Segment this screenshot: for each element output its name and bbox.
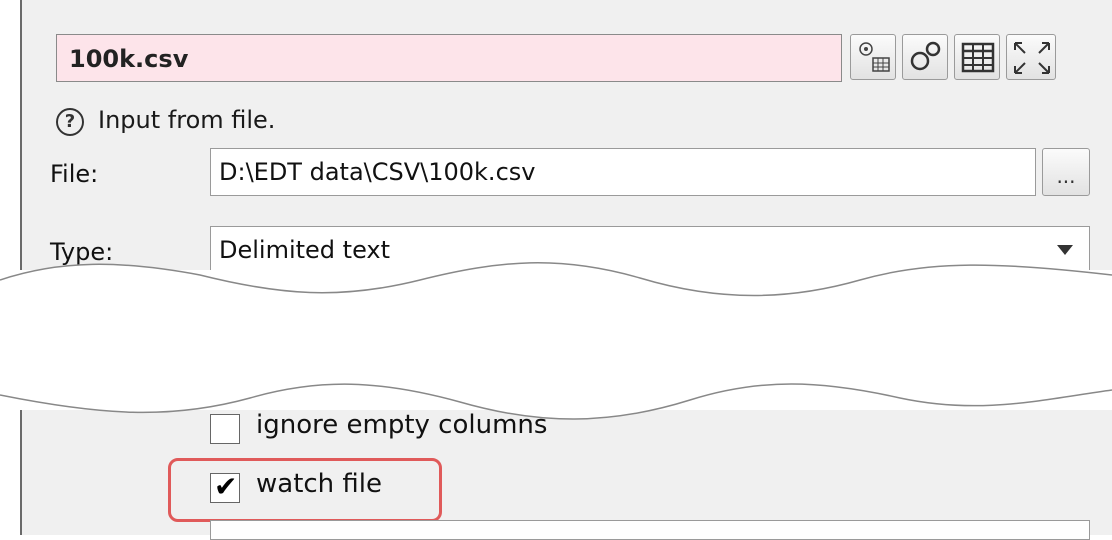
maximize-icon[interactable]: [1006, 34, 1056, 80]
gears-icon[interactable]: [902, 34, 948, 80]
partial-field[interactable]: [210, 520, 1090, 540]
file-path-field[interactable]: D:\EDT data\CSV\100k.csv: [210, 148, 1036, 196]
gear-table-icon[interactable]: [850, 34, 896, 80]
file-label: File:: [50, 160, 99, 188]
browse-button[interactable]: ...: [1042, 148, 1090, 196]
ignore-empty-columns-label: ignore empty columns: [256, 410, 548, 440]
question-icon[interactable]: ?: [56, 108, 84, 136]
table-icon[interactable]: [954, 34, 1000, 80]
item-title: 100k.csv: [69, 45, 189, 73]
file-path-value: D:\EDT data\CSV\100k.csv: [219, 158, 536, 186]
torn-edge-bottom: [0, 370, 1112, 420]
help-text: Input from file.: [98, 106, 276, 134]
torn-edge-top: [0, 262, 1112, 320]
highlight-box: [168, 458, 442, 522]
ignore-empty-columns-checkbox[interactable]: [210, 414, 240, 444]
item-title-field[interactable]: 100k.csv: [56, 34, 842, 82]
